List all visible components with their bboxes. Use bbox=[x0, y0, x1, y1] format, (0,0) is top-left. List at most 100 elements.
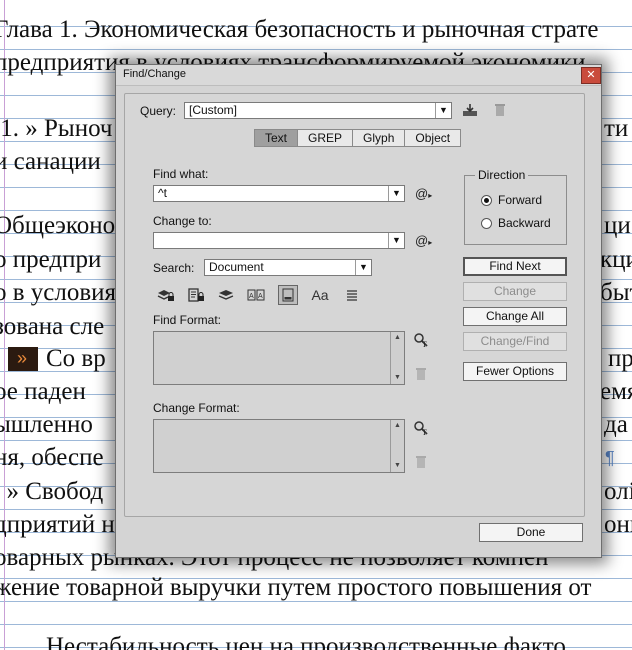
change-format-scrollbar[interactable]: ▲ ▼ bbox=[390, 420, 404, 472]
doc-line-8: зована сле bbox=[0, 313, 105, 340]
whole-word-button[interactable] bbox=[342, 285, 362, 305]
find-format-box[interactable]: ▲ ▼ bbox=[153, 331, 405, 385]
direction-title: Direction bbox=[475, 168, 529, 182]
change-to-label: Change to: bbox=[153, 214, 212, 228]
special-characters-change-icon[interactable]: @▸ bbox=[415, 233, 432, 248]
direction-forward-option[interactable]: Forward bbox=[481, 193, 542, 207]
svg-text:T: T bbox=[422, 340, 427, 348]
chevron-down-icon[interactable]: ▼ bbox=[388, 186, 404, 201]
svg-text:A: A bbox=[258, 293, 263, 300]
tab-object[interactable]: Object bbox=[405, 129, 462, 147]
find-what-value: ^t bbox=[158, 186, 167, 200]
doc-line-13: . » Свобод bbox=[0, 478, 104, 505]
change-all-button[interactable]: Change All bbox=[463, 307, 567, 326]
find-change-dialog: Find/Change ✕ Query: [Custom] ▼ Text GRE… bbox=[115, 64, 602, 558]
doc-line-16: жение товарной выручки путем простого по… bbox=[0, 574, 592, 601]
close-button[interactable]: ✕ bbox=[581, 67, 601, 84]
doc-line-1: Глава 1. Экономическая безопасность и ры… bbox=[0, 16, 599, 43]
forward-radio[interactable] bbox=[481, 194, 492, 206]
find-what-input[interactable]: ^t ▼ bbox=[153, 185, 405, 202]
doc-fragment: кци bbox=[600, 246, 632, 273]
locked-layers-icon bbox=[157, 290, 174, 301]
change-find-button[interactable]: Change/Find bbox=[463, 332, 567, 351]
trash-icon bbox=[495, 104, 505, 116]
include-locked-stories-button[interactable] bbox=[186, 285, 206, 305]
svg-text:A: A bbox=[249, 293, 254, 300]
dialog-titlebar[interactable]: Find/Change ✕ bbox=[116, 65, 601, 86]
doc-line-11: ышленно bbox=[0, 411, 93, 438]
anchor-marker: » bbox=[8, 347, 38, 371]
chevron-down-icon[interactable]: ▼ bbox=[388, 233, 404, 248]
change-to-input[interactable]: ▼ bbox=[153, 232, 405, 249]
doc-fragment: да bbox=[604, 411, 628, 438]
scroll-up-icon[interactable]: ▲ bbox=[391, 332, 404, 344]
doc-fragment: быт bbox=[600, 279, 632, 306]
master-pages-icon: A A bbox=[247, 289, 265, 301]
find-format-label: Find Format: bbox=[153, 313, 222, 327]
find-next-button[interactable]: Find Next bbox=[463, 257, 567, 276]
footnotes-icon bbox=[282, 288, 294, 302]
search-mode-tabs: Text GREP Glyph Object bbox=[254, 129, 462, 147]
search-label: Search: bbox=[153, 261, 195, 275]
doc-line-9: Со вр bbox=[46, 345, 106, 372]
include-footnotes-button[interactable] bbox=[278, 285, 298, 305]
include-hidden-layers-button[interactable] bbox=[216, 285, 236, 305]
query-label: Query: bbox=[140, 104, 177, 118]
doc-fragment: олі bbox=[604, 478, 632, 505]
doc-line-6: о предпри bbox=[0, 246, 102, 273]
doc-line-3: .1. » Рыноч bbox=[0, 115, 113, 142]
whole-word-icon bbox=[347, 290, 357, 301]
doc-fragment: емя bbox=[600, 378, 632, 405]
include-master-pages-button[interactable]: A A bbox=[246, 285, 266, 305]
tab-grep[interactable]: GREP bbox=[298, 129, 354, 147]
save-query-icon bbox=[463, 104, 477, 116]
clear-change-format-icon[interactable] bbox=[415, 455, 427, 472]
tab-glyph[interactable]: Glyph bbox=[353, 129, 406, 147]
specify-change-format-icon[interactable]: T bbox=[413, 420, 429, 439]
forward-label: Forward bbox=[498, 193, 543, 207]
chevron-down-icon: ▼ bbox=[355, 260, 371, 275]
doc-line-7: о в условия bbox=[0, 279, 117, 306]
doc-line-4: и санации bbox=[0, 148, 101, 175]
search-scope-select[interactable]: Document ▼ bbox=[204, 259, 372, 276]
doc-fragment: ци bbox=[604, 212, 631, 239]
scroll-down-icon[interactable]: ▼ bbox=[391, 460, 404, 472]
locked-stories-icon bbox=[188, 288, 204, 302]
tab-text[interactable]: Text bbox=[254, 129, 299, 147]
pilcrow-mark: ¶ bbox=[605, 448, 615, 468]
doc-line-10: ое паден bbox=[0, 378, 86, 405]
doc-fragment: ти bbox=[604, 115, 629, 142]
case-sensitive-button[interactable]: Aa bbox=[310, 285, 330, 305]
query-select[interactable]: [Custom] ▼ bbox=[184, 102, 452, 119]
include-locked-layers-button[interactable] bbox=[156, 285, 176, 305]
save-query-button[interactable] bbox=[460, 100, 480, 120]
search-scope-value: Document bbox=[209, 260, 264, 274]
scroll-up-icon[interactable]: ▲ bbox=[391, 420, 404, 432]
chevron-down-icon: ▼ bbox=[435, 103, 451, 118]
change-format-label: Change Format: bbox=[153, 401, 240, 415]
find-format-scrollbar[interactable]: ▲ ▼ bbox=[390, 332, 404, 384]
doc-line-14: дприятий н bbox=[0, 511, 115, 538]
fewer-options-button[interactable]: Fewer Options bbox=[463, 362, 567, 381]
query-value: [Custom] bbox=[189, 103, 238, 117]
backward-radio[interactable] bbox=[481, 217, 492, 229]
specify-find-format-icon[interactable]: T bbox=[413, 332, 429, 351]
svg-text:T: T bbox=[422, 428, 427, 436]
direction-backward-option[interactable]: Backward bbox=[481, 216, 551, 230]
backward-label: Backward bbox=[498, 216, 551, 230]
doc-line-5: Общеэконо bbox=[0, 212, 116, 239]
clear-find-format-icon[interactable] bbox=[415, 367, 427, 384]
special-characters-find-icon[interactable]: @▸ bbox=[415, 186, 432, 201]
change-format-box[interactable]: ▲ ▼ bbox=[153, 419, 405, 473]
doc-fragment: пр bbox=[608, 345, 632, 372]
doc-line-17: Нестабильность цен на производственные ф… bbox=[46, 633, 566, 650]
direction-group: Direction Forward Backward bbox=[464, 168, 567, 245]
doc-fragment: онн bbox=[604, 511, 632, 538]
doc-line-12: ня, обеспе bbox=[0, 444, 104, 471]
change-button[interactable]: Change bbox=[463, 282, 567, 301]
hidden-layers-icon bbox=[218, 290, 234, 300]
done-button[interactable]: Done bbox=[479, 523, 583, 542]
delete-query-button[interactable] bbox=[490, 100, 510, 120]
scroll-down-icon[interactable]: ▼ bbox=[391, 372, 404, 384]
find-what-label: Find what: bbox=[153, 167, 209, 181]
